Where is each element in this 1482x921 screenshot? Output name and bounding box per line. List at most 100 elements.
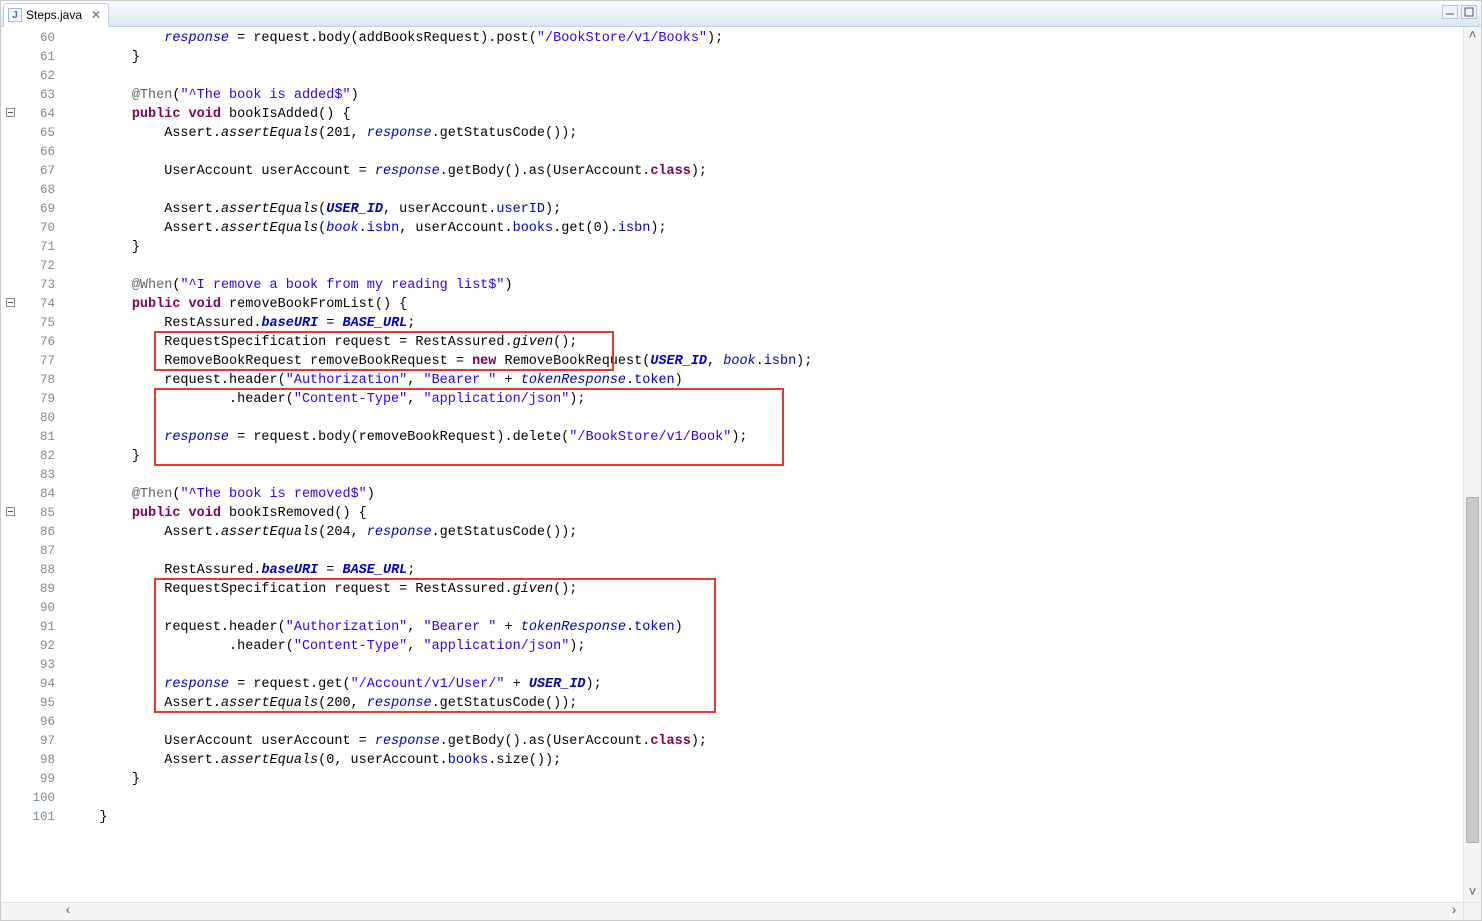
line-number: 92 [17, 637, 59, 656]
annotation-gutter[interactable] [1, 27, 17, 902]
line-number: 68 [17, 181, 59, 200]
scroll-right-button[interactable]: › [1445, 903, 1463, 920]
line-number: 65 [17, 124, 59, 143]
code-line[interactable]: Assert.assertEquals(book.isbn, userAccou… [67, 219, 1463, 238]
line-number: 82 [17, 447, 59, 466]
vertical-scrollbar[interactable]: ˄ ˅ [1463, 27, 1481, 902]
code-line[interactable]: Assert.assertEquals(USER_ID, userAccount… [67, 200, 1463, 219]
line-number: 81 [17, 428, 59, 447]
code-line[interactable] [67, 409, 1463, 428]
scroll-left-button[interactable]: ‹ [59, 903, 77, 920]
line-number: 75 [17, 314, 59, 333]
line-number-gutter[interactable]: 6061626364656667686970717273747576777879… [17, 27, 59, 902]
line-number: 84 [17, 485, 59, 504]
tab-steps-java[interactable]: J Steps.java ✕ [3, 3, 109, 27]
code-line[interactable]: Assert.assertEquals(0, userAccount.books… [67, 751, 1463, 770]
line-number: 60 [17, 29, 59, 48]
horizontal-scrollbar[interactable]: ‹ › [1, 902, 1481, 920]
code-line[interactable]: @Then("^The book is added$") [67, 86, 1463, 105]
code-line[interactable] [67, 67, 1463, 86]
fold-toggle-icon[interactable] [6, 507, 15, 516]
code-line[interactable] [67, 542, 1463, 561]
fold-toggle-icon[interactable] [6, 108, 15, 117]
tab-bar: J Steps.java ✕ [1, 1, 1481, 27]
scroll-up-button[interactable]: ˄ [1464, 27, 1481, 45]
code-line[interactable]: response = request.body(addBooksRequest)… [67, 29, 1463, 48]
code-line[interactable]: UserAccount userAccount = response.getBo… [67, 732, 1463, 751]
code-line[interactable]: } [67, 48, 1463, 67]
line-number: 74 [17, 295, 59, 314]
code-line[interactable]: public void bookIsAdded() { [67, 105, 1463, 124]
maximize-icon [1464, 7, 1474, 17]
line-number: 79 [17, 390, 59, 409]
line-number: 66 [17, 143, 59, 162]
code-line[interactable]: RequestSpecification request = RestAssur… [67, 333, 1463, 352]
line-number: 80 [17, 409, 59, 428]
scrollbar-corner [1463, 902, 1481, 920]
line-number: 78 [17, 371, 59, 390]
scroll-down-button[interactable]: ˅ [1464, 884, 1481, 902]
editor-body: 6061626364656667686970717273747576777879… [1, 27, 1481, 902]
code-line[interactable]: RemoveBookRequest removeBookRequest = ne… [67, 352, 1463, 371]
line-number: 61 [17, 48, 59, 67]
line-number: 89 [17, 580, 59, 599]
line-number: 83 [17, 466, 59, 485]
code-line[interactable] [67, 599, 1463, 618]
line-number: 88 [17, 561, 59, 580]
code-line[interactable]: RestAssured.baseURI = BASE_URL; [67, 314, 1463, 333]
line-number: 97 [17, 732, 59, 751]
code-line[interactable]: @When("^I remove a book from my reading … [67, 276, 1463, 295]
code-line[interactable]: .header("Content-Type", "application/jso… [67, 390, 1463, 409]
code-line[interactable] [67, 713, 1463, 732]
code-line[interactable]: Assert.assertEquals(201, response.getSta… [67, 124, 1463, 143]
line-number: 98 [17, 751, 59, 770]
code-line[interactable]: UserAccount userAccount = response.getBo… [67, 162, 1463, 181]
code-line[interactable]: } [67, 238, 1463, 257]
code-line[interactable]: request.header("Authorization", "Bearer … [67, 371, 1463, 390]
code-line[interactable] [67, 143, 1463, 162]
code-line[interactable] [67, 656, 1463, 675]
line-number: 94 [17, 675, 59, 694]
line-number: 91 [17, 618, 59, 637]
line-number: 63 [17, 86, 59, 105]
code-line[interactable]: public void bookIsRemoved() { [67, 504, 1463, 523]
code-line[interactable]: request.header("Authorization", "Bearer … [67, 618, 1463, 637]
fold-toggle-icon[interactable] [6, 298, 15, 307]
code-area[interactable]: response = request.body(addBooksRequest)… [59, 27, 1463, 902]
line-number: 73 [17, 276, 59, 295]
line-number: 69 [17, 200, 59, 219]
code-line[interactable]: Assert.assertEquals(204, response.getSta… [67, 523, 1463, 542]
line-number: 62 [17, 67, 59, 86]
code-line[interactable] [67, 466, 1463, 485]
editor-frame: J Steps.java ✕ 6061626364656667686970717… [0, 0, 1482, 921]
code-line[interactable] [67, 181, 1463, 200]
code-line[interactable]: public void removeBookFromList() { [67, 295, 1463, 314]
code-line[interactable] [67, 789, 1463, 808]
maximize-button[interactable] [1461, 5, 1477, 19]
code-line[interactable] [67, 257, 1463, 276]
code-line[interactable]: RestAssured.baseURI = BASE_URL; [67, 561, 1463, 580]
code-line[interactable]: response = request.body(removeBookReques… [67, 428, 1463, 447]
line-number: 96 [17, 713, 59, 732]
line-number: 67 [17, 162, 59, 181]
code-line[interactable]: RequestSpecification request = RestAssur… [67, 580, 1463, 599]
close-icon[interactable]: ✕ [90, 9, 102, 21]
line-number: 64 [17, 105, 59, 124]
code-line[interactable]: @Then("^The book is removed$") [67, 485, 1463, 504]
line-number: 85 [17, 504, 59, 523]
minimize-button[interactable] [1442, 5, 1458, 19]
code-line[interactable]: .header("Content-Type", "application/jso… [67, 637, 1463, 656]
line-number: 76 [17, 333, 59, 352]
minimize-icon [1445, 7, 1455, 17]
code-line[interactable]: } [67, 770, 1463, 789]
line-number: 86 [17, 523, 59, 542]
scroll-thumb-vertical[interactable] [1466, 497, 1479, 843]
line-number: 93 [17, 656, 59, 675]
code-line[interactable]: } [67, 447, 1463, 466]
line-number: 99 [17, 770, 59, 789]
code-line[interactable]: Assert.assertEquals(200, response.getSta… [67, 694, 1463, 713]
code-line[interactable]: } [67, 808, 1463, 827]
line-number: 87 [17, 542, 59, 561]
line-number: 100 [17, 789, 59, 808]
code-line[interactable]: response = request.get("/Account/v1/User… [67, 675, 1463, 694]
